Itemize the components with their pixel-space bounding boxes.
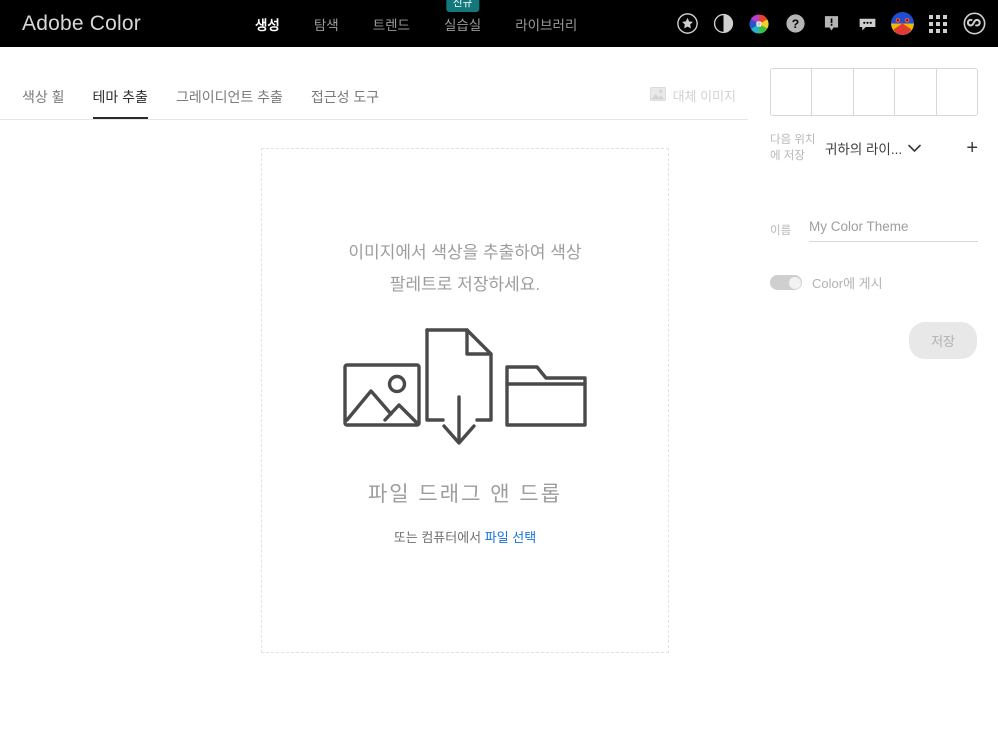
save-to-label: 다음 위치에 저장	[770, 134, 816, 162]
notifications-icon[interactable]	[819, 12, 843, 36]
contrast-icon[interactable]	[711, 12, 735, 36]
brand-logo[interactable]: Adobe Color	[22, 0, 141, 47]
theme-name-label: 이름	[770, 225, 792, 237]
dropzone-title: 이미지에서 색상을 추출하여 색상 팔레트로 저장하세요.	[348, 243, 582, 294]
tab-extract-gradient[interactable]: 그레이디언트 추출	[176, 87, 283, 119]
new-badge: 신규	[445, 0, 480, 12]
nav-item-libraries[interactable]: 라이브러리	[515, 12, 577, 36]
nav-item-libraries-label: 라이브러리	[515, 17, 578, 33]
main-navigation: 생성 탐색 트렌드 신규 실습실 라이브러리	[255, 0, 577, 47]
star-icon[interactable]	[675, 12, 699, 36]
publish-label: Color에 게시	[812, 276, 883, 291]
image-icon	[649, 87, 666, 104]
global-header: Adobe Color 생성 탐색 트렌드 신규 실습실 라이브러리 ?	[0, 0, 998, 47]
nav-item-create-label: 생성	[255, 17, 280, 33]
color-swatch-2[interactable]	[812, 69, 854, 115]
adobe-color-page: Adobe Color 생성 탐색 트렌드 신규 실습실 라이브러리 ? 색상 …	[0, 0, 998, 736]
replace-image-button[interactable]: 대체 이미지	[649, 86, 736, 105]
color-swatch-4[interactable]	[895, 69, 937, 115]
nav-item-explore-label: 탐색	[313, 17, 339, 33]
image-dropzone[interactable]: 이미지에서 색상을 추출하여 색상 팔레트로 저장하세요. 파일 드래그 앤 드…	[261, 148, 669, 653]
library-dropdown[interactable]: 귀하의 라이...	[825, 138, 964, 158]
color-swatch-5[interactable]	[936, 69, 977, 115]
library-dropdown-value: 귀하의 라이...	[825, 142, 903, 157]
dropzone-illustration	[331, 323, 599, 458]
tab-color-wheel[interactable]: 색상 휠	[22, 87, 65, 119]
color-wheel-icon[interactable]	[747, 12, 771, 36]
theme-name-row: 이름	[770, 219, 978, 242]
save-to-row: 다음 위치에 저장 귀하의 라이... +	[770, 132, 978, 164]
replace-image-label: 대체 이미지	[672, 89, 736, 104]
app-grid-icon[interactable]	[926, 12, 950, 36]
color-swatch-1[interactable]	[771, 69, 813, 115]
illustration-folder-icon	[505, 365, 587, 427]
tool-tabs: 색상 휠 테마 추출 그레이디언트 추출 접근성 도구	[22, 87, 379, 119]
nav-item-labs[interactable]: 신규 실습실	[443, 0, 482, 36]
help-icon[interactable]: ?	[783, 12, 807, 36]
header-icon-group: ?	[675, 0, 986, 47]
theme-name-input[interactable]	[809, 219, 978, 242]
nav-item-trends[interactable]: 트렌드	[373, 12, 410, 36]
creative-cloud-icon[interactable]	[962, 12, 986, 36]
dropzone-drag-text: 파일 드래그 앤 드롭	[367, 483, 563, 506]
add-library-button[interactable]: +	[966, 138, 978, 158]
color-swatch-strip	[770, 68, 978, 116]
color-swatch-3[interactable]	[853, 69, 896, 115]
select-file-link[interactable]: 파일 선택	[485, 530, 536, 545]
dropzone-or-prefix: 또는 컴퓨터에서	[393, 530, 485, 545]
avatar[interactable]	[891, 12, 914, 35]
theme-sidebar: 다음 위치에 저장 귀하의 라이... + 이름 Color에 게시 저장	[748, 47, 998, 736]
tab-accessibility-tools-label: 접근성 도구	[310, 89, 380, 105]
nav-item-create[interactable]: 생성	[255, 12, 280, 36]
publish-toggle[interactable]	[770, 275, 802, 290]
nav-item-labs-label: 실습실	[443, 17, 482, 33]
chevron-down-icon	[908, 144, 921, 153]
nav-item-trends-label: 트렌드	[372, 17, 410, 33]
illustration-image-icon	[343, 363, 421, 427]
save-button[interactable]: 저장	[909, 322, 977, 359]
publish-toggle-knob	[788, 276, 801, 289]
tab-extract-theme-label: 테마 추출	[92, 89, 148, 105]
tab-extract-gradient-label: 그레이디언트 추출	[175, 89, 283, 105]
tab-color-wheel-label: 색상 휠	[22, 89, 65, 105]
tool-tab-bar: 색상 휠 테마 추출 그레이디언트 추출 접근성 도구 대체 이미지	[0, 47, 748, 120]
publish-row: Color에 게시	[770, 273, 883, 292]
illustration-document-download-icon	[425, 328, 493, 445]
dropzone-select-row: 또는 컴퓨터에서 파일 선택	[394, 527, 536, 546]
svg-text:?: ?	[791, 17, 798, 31]
feedback-icon[interactable]	[855, 12, 879, 36]
tab-extract-theme[interactable]: 테마 추출	[92, 87, 149, 119]
tab-accessibility-tools[interactable]: 접근성 도구	[311, 87, 379, 119]
nav-item-explore[interactable]: 탐색	[314, 12, 339, 36]
